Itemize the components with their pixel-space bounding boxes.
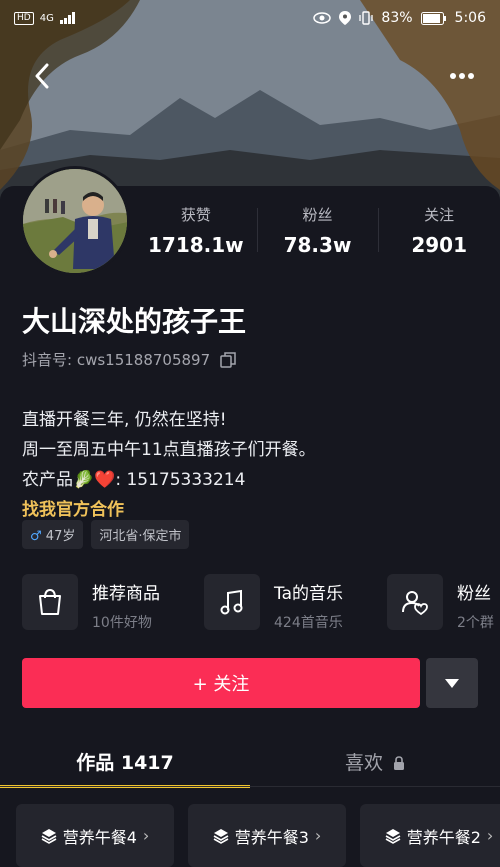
stat-value: 1718.1w xyxy=(148,233,244,257)
tab-divider xyxy=(0,786,500,787)
feature-subtitle: 10件好物 xyxy=(92,615,152,631)
chevron-right-icon: › xyxy=(486,826,494,845)
battery-icon xyxy=(420,11,446,25)
tab-works[interactable]: 作品 1417 xyxy=(0,730,250,788)
back-arrow-icon xyxy=(35,63,49,89)
content-tabs: 作品 1417 喜欢 xyxy=(0,730,500,788)
collection-chip[interactable]: 营养午餐2 › xyxy=(360,804,500,867)
stat-label: 获赞 xyxy=(180,206,211,224)
fans-group-icon xyxy=(387,574,443,630)
music-icon xyxy=(204,574,260,630)
stat-likes[interactable]: 获赞 1718.1w xyxy=(135,200,257,262)
profile-uid: 抖音号: cws15188705897 xyxy=(22,349,236,370)
collection-chip[interactable]: 营养午餐4 › xyxy=(16,804,174,867)
profile-name: 大山深处的孩子王 xyxy=(22,305,247,338)
more-options-button[interactable] xyxy=(440,56,484,96)
lock-icon xyxy=(394,756,405,770)
profile-bio: 直播开餐三年, 仍然在坚持! 周一至周五中午11点直播孩子们开餐。 农产品🥬❤️… xyxy=(22,405,316,525)
feature-music[interactable]: Ta的音乐 424首音乐 xyxy=(204,574,343,632)
collection-list: 营养午餐4 › 营养午餐3 › 营养午餐2 › xyxy=(16,804,500,867)
copy-icon[interactable] xyxy=(220,351,236,368)
layers-icon xyxy=(213,828,229,844)
location-icon xyxy=(339,11,352,25)
tab-likes-label: 喜欢 xyxy=(344,752,383,774)
more-dots-icon xyxy=(450,73,474,79)
stat-following[interactable]: 关注 2901 xyxy=(378,200,500,262)
signal-icon xyxy=(59,12,75,24)
top-navigation xyxy=(0,52,500,96)
collection-label: 营养午餐4 xyxy=(62,827,137,847)
bio-line: 直播开餐三年, 仍然在坚持! xyxy=(22,410,227,430)
status-bar: HD 4G 83% 5:06 xyxy=(0,0,500,36)
profile-stats: 获赞 1718.1w 粉丝 78.3w 关注 2901 xyxy=(135,200,500,262)
bio-line: 周一至周五中午11点直播孩子们开餐。 xyxy=(22,440,316,460)
profile-tags: ♂ 47岁 河北省·保定市 xyxy=(22,520,190,549)
bio-line: 农产品🥬❤️: 15175333214 xyxy=(22,470,246,490)
chevron-right-icon: › xyxy=(142,826,150,845)
feature-subtitle: 2个群 xyxy=(457,615,494,631)
bag-icon xyxy=(22,574,78,630)
stat-value: 78.3w xyxy=(283,233,352,257)
male-gender-icon: ♂ xyxy=(30,529,42,544)
feature-recommended-products[interactable]: 推荐商品 10件好物 xyxy=(22,574,160,632)
layers-icon xyxy=(385,828,401,844)
eye-icon xyxy=(313,12,332,24)
feature-title: 推荐商品 xyxy=(92,584,160,604)
network-indicator: 4G xyxy=(39,12,54,24)
follow-button[interactable]: + 关注 xyxy=(22,658,420,708)
layers-icon xyxy=(41,828,57,844)
feature-subtitle: 424首音乐 xyxy=(274,615,343,631)
vibrate-icon xyxy=(359,11,374,25)
back-button[interactable] xyxy=(22,56,62,96)
clock-time: 5:06 xyxy=(454,10,486,26)
feature-title: Ta的音乐 xyxy=(274,584,343,604)
feature-shortcuts: 推荐商品 10件好物 Ta的音乐 424首音乐 粉丝 2个群 xyxy=(22,574,494,632)
feature-title: 粉丝 xyxy=(457,584,491,604)
stat-value: 2901 xyxy=(411,233,468,257)
stat-followers[interactable]: 粉丝 78.3w xyxy=(256,200,379,262)
age-tag: ♂ 47岁 xyxy=(22,520,84,549)
feature-fans-group[interactable]: 粉丝 2个群 xyxy=(387,574,494,632)
collection-chip[interactable]: 营养午餐3 › xyxy=(188,804,346,867)
follow-actions: + 关注 xyxy=(22,658,478,708)
avatar[interactable] xyxy=(20,166,130,276)
hd-indicator: HD xyxy=(14,11,34,25)
battery-percent: 83% xyxy=(381,10,413,26)
collection-label: 营养午餐2 xyxy=(406,827,481,847)
tab-likes[interactable]: 喜欢 xyxy=(250,730,500,788)
stat-label: 粉丝 xyxy=(302,206,333,224)
age-text: 47岁 xyxy=(45,529,76,544)
chevron-right-icon: › xyxy=(314,826,322,845)
more-recommendations-button[interactable] xyxy=(426,658,478,708)
stat-label: 关注 xyxy=(424,206,455,224)
location-tag: 河北省·保定市 xyxy=(91,520,190,549)
triangle-down-icon xyxy=(445,678,459,688)
collection-label: 营养午餐3 xyxy=(234,827,309,847)
uid-text: 抖音号: cws15188705897 xyxy=(22,351,211,369)
